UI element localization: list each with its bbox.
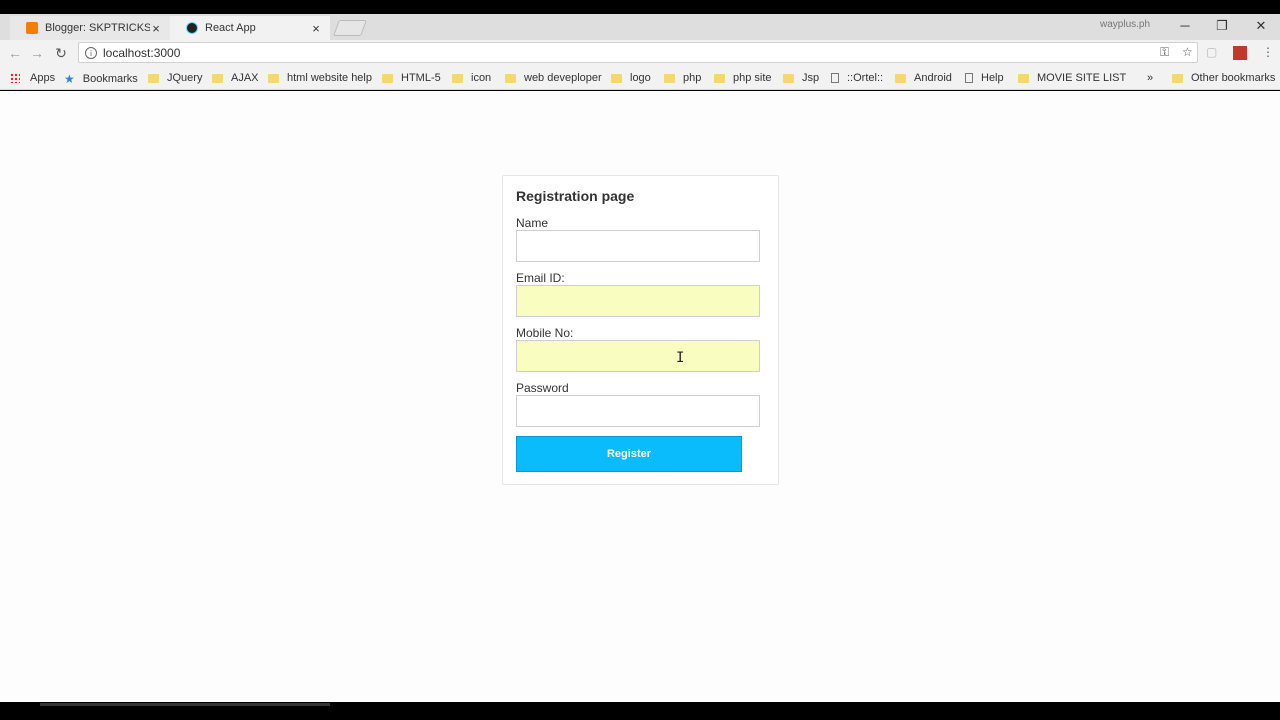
bookmarks-bar: Apps ★ Bookmarks JQuery AJAX html websit… xyxy=(0,66,1280,90)
bookmark-item[interactable]: php xyxy=(664,72,701,84)
folder-icon xyxy=(895,73,906,83)
bookmark-label: web deveploper xyxy=(524,72,602,84)
bookmark-label: php xyxy=(683,72,702,84)
bookmark-label: ::Ortel:: xyxy=(847,72,884,84)
bookmark-label: html website help xyxy=(287,72,372,84)
email-label: Email ID: xyxy=(516,271,565,285)
key-icon[interactable]: ⚿ xyxy=(1160,45,1169,60)
restore-icon[interactable]: ❐ xyxy=(1203,16,1241,36)
back-icon[interactable]: ← xyxy=(6,44,24,62)
folder-icon xyxy=(1172,73,1183,83)
bookmark-label: Android xyxy=(914,72,952,84)
address-bar[interactable]: i localhost:3000 xyxy=(78,42,1198,63)
bookmark-label: MOVIE SITE LIST xyxy=(1037,72,1127,84)
bookmark-item[interactable]: web deveploper xyxy=(505,72,602,84)
tab-blogger[interactable]: Blogger: SKPTRICKS - Pri × xyxy=(10,16,170,40)
bookmark-label: JQuery xyxy=(167,72,203,84)
bookmark-item[interactable]: ★ Bookmarks xyxy=(64,72,138,86)
folder-icon xyxy=(212,73,223,83)
register-button[interactable]: Register xyxy=(516,436,742,472)
bookmark-label: AJAX xyxy=(231,72,259,84)
bookmarks-overflow-button[interactable]: » xyxy=(1147,72,1153,84)
url-text: localhost:3000 xyxy=(103,45,181,60)
mobile-label: Mobile No: xyxy=(516,326,574,340)
folder-icon xyxy=(664,73,675,83)
horizontal-scrollbar[interactable] xyxy=(40,703,330,706)
bottom-bar xyxy=(0,702,1280,720)
bookmark-item[interactable]: Jsp xyxy=(783,72,819,84)
page-icon xyxy=(831,73,839,83)
password-field[interactable] xyxy=(516,395,760,427)
text-cursor-icon: I xyxy=(676,350,685,366)
bookmark-label: Bookmarks xyxy=(82,73,138,85)
bookmark-item[interactable]: logo xyxy=(611,72,651,84)
bookmark-label: logo xyxy=(630,72,651,84)
bookmark-item[interactable]: html website help xyxy=(268,72,372,84)
info-icon[interactable]: i xyxy=(85,46,97,59)
bookmark-item[interactable]: ::Ortel:: xyxy=(831,72,883,84)
bookmark-label: Help xyxy=(981,72,1004,84)
bookmark-other[interactable]: Other bookmarks xyxy=(1172,72,1275,84)
apps-grid-icon xyxy=(10,73,20,83)
folder-icon xyxy=(382,73,393,83)
minimize-icon[interactable]: ─ xyxy=(1166,16,1204,36)
profile-name[interactable]: wayplus.ph xyxy=(1100,19,1150,30)
bookmark-item[interactable]: Help xyxy=(965,72,1004,84)
bookmark-item[interactable]: AJAX xyxy=(212,72,259,84)
browser-toolbar: ← → ↻ i localhost:3000 ⚿ ☆ ▢ ⋮ xyxy=(0,40,1280,66)
star-icon[interactable]: ☆ xyxy=(1182,45,1193,59)
tab-strip: Blogger: SKPTRICKS - Pri × React App × xyxy=(0,14,1280,40)
bookmark-item[interactable]: php site xyxy=(714,72,772,84)
bookmark-label: icon xyxy=(471,72,492,84)
name-field[interactable] xyxy=(516,230,760,262)
react-icon xyxy=(186,22,198,34)
bookmark-label: Other bookmarks xyxy=(1191,72,1276,84)
tab-title: React App xyxy=(205,22,256,34)
close-icon[interactable]: × xyxy=(150,21,162,36)
page-content: Registration page Name Email ID: Mobile … xyxy=(0,91,1280,702)
folder-icon xyxy=(714,73,725,83)
folder-icon xyxy=(148,73,159,83)
bookmark-apps[interactable]: Apps xyxy=(10,72,55,84)
forward-icon[interactable]: → xyxy=(28,44,46,62)
reload-icon[interactable]: ↻ xyxy=(52,44,70,62)
registration-card: Registration page Name Email ID: Mobile … xyxy=(502,175,779,485)
window-close-icon[interactable]: ✕ xyxy=(1242,16,1280,36)
tab-react-app[interactable]: React App × xyxy=(170,16,330,40)
bookmark-item[interactable]: Android xyxy=(895,72,952,84)
bookmark-item[interactable]: MOVIE SITE LIST xyxy=(1018,72,1126,84)
mobile-field[interactable] xyxy=(516,340,760,372)
bookmark-label: php site xyxy=(733,72,772,84)
tab-title: Blogger: SKPTRICKS - Pri xyxy=(45,22,150,34)
bookmark-label: Apps xyxy=(30,72,56,84)
folder-icon xyxy=(452,73,463,83)
new-tab-button[interactable] xyxy=(333,20,367,36)
extension-icon[interactable]: ▢ xyxy=(1206,45,1217,59)
email-field[interactable] xyxy=(516,285,760,317)
bookmark-label: Jsp xyxy=(802,72,820,84)
folder-icon xyxy=(505,73,516,83)
name-label: Name xyxy=(516,216,549,230)
extension-red-icon[interactable] xyxy=(1233,46,1247,60)
folder-icon xyxy=(268,73,279,83)
bookmark-label: HTML-5 xyxy=(401,72,441,84)
bookmark-item[interactable]: HTML-5 xyxy=(382,72,441,84)
menu-icon[interactable]: ⋮ xyxy=(1262,45,1274,59)
folder-icon xyxy=(611,73,622,83)
star-icon: ★ xyxy=(64,72,75,86)
folder-icon xyxy=(1018,73,1029,83)
close-icon[interactable]: × xyxy=(310,21,322,36)
page-title: Registration page xyxy=(516,188,635,204)
window-top-edge xyxy=(0,0,1280,14)
page-icon xyxy=(965,73,973,83)
bookmark-item[interactable]: JQuery xyxy=(148,72,202,84)
bookmark-item[interactable]: icon xyxy=(452,72,491,84)
blogger-icon xyxy=(26,22,38,34)
password-label: Password xyxy=(516,381,569,395)
folder-icon xyxy=(783,73,794,83)
